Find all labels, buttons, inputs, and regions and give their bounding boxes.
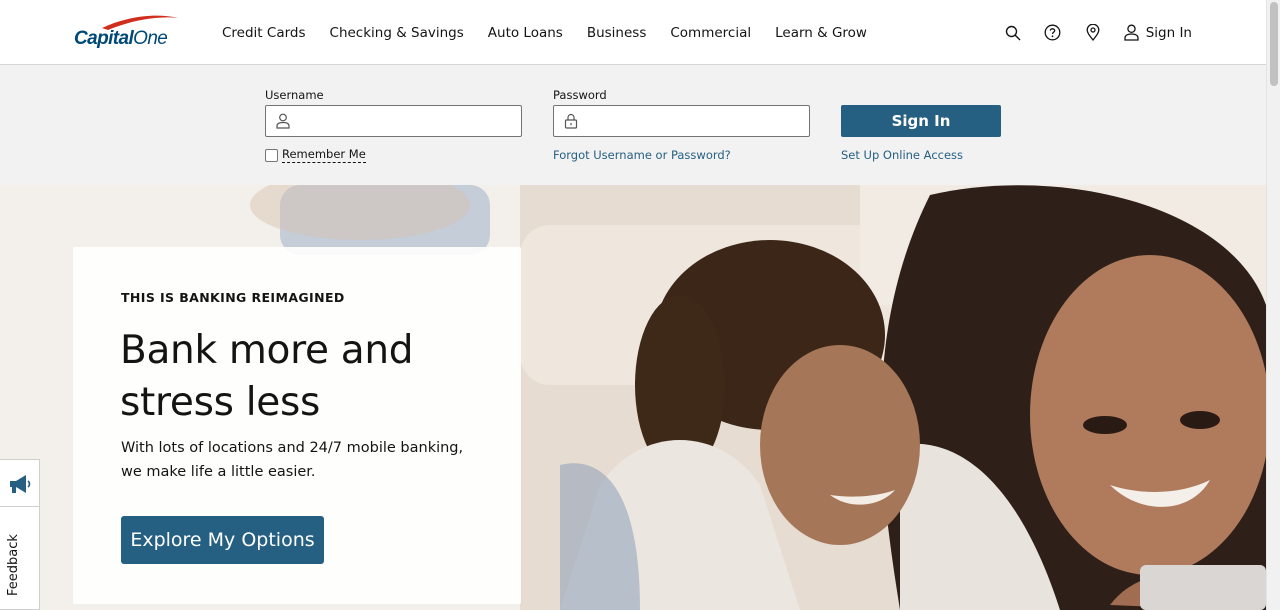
feedback-divider [0,506,40,507]
nav-business[interactable]: Business [587,25,647,41]
hero-title-line-1: Bank more and [120,328,414,373]
hero-card: THIS IS BANKING REIMAGINED Bank more and… [73,247,521,604]
main-nav: Credit Cards Checking & Savings Auto Loa… [222,0,891,65]
capital-one-logo[interactable]: CapitalOne [72,14,186,54]
remember-me-checkbox[interactable] [265,148,278,162]
help-icon[interactable] [1044,24,1062,42]
user-icon [276,113,290,133]
nav-credit-cards[interactable]: Credit Cards [222,25,306,41]
nav-learn-grow[interactable]: Learn & Grow [775,25,867,41]
nav-auto-loans[interactable]: Auto Loans [488,25,563,41]
hero-subtitle-line-2: we make life a little easier. [121,464,316,480]
logo-text: CapitalOne [74,28,168,49]
password-label: Password [553,88,607,102]
setup-online-access-link[interactable]: Set Up Online Access [841,148,963,162]
sign-in-button[interactable]: Sign In [841,105,1001,137]
explore-options-button[interactable]: Explore My Options [121,516,324,564]
password-field[interactable] [553,105,810,137]
hero-subtitle-line-1: With lots of locations and 24/7 mobile b… [121,440,464,456]
header-sign-in-label: Sign In [1145,24,1192,41]
username-field[interactable] [265,105,522,137]
hero-banner: THIS IS BANKING REIMAGINED Bank more and… [0,185,1266,610]
forgot-credentials-link[interactable]: Forgot Username or Password? [553,148,731,162]
remember-me-label[interactable]: Remember Me [282,147,366,163]
page-scrollbar[interactable] [1266,0,1280,610]
user-icon [1124,24,1139,41]
header-sign-in-link[interactable]: Sign In [1124,24,1192,41]
hero-eyebrow: THIS IS BANKING REIMAGINED [121,290,345,305]
scrollbar-thumb[interactable] [1270,2,1278,86]
password-input[interactable] [588,106,803,136]
hero-title: Bank more and stress less [120,325,500,429]
location-icon[interactable] [1084,24,1102,42]
username-input[interactable] [300,106,515,136]
site-header: CapitalOne Credit Cards Checking & Savin… [0,0,1266,65]
hero-title-line-2: stress less [120,380,320,425]
nav-commercial[interactable]: Commercial [670,25,751,41]
lock-icon [564,113,578,133]
username-label: Username [265,88,324,102]
remember-me: Remember Me [265,147,366,163]
feedback-label[interactable]: Feedback [6,534,21,596]
utility-nav: Sign In [982,0,1192,65]
nav-checking-savings[interactable]: Checking & Savings [330,25,464,41]
search-icon[interactable] [1004,24,1022,42]
megaphone-icon[interactable] [7,472,33,496]
login-bar: Username Password Remember Me Forgot Use… [0,65,1266,185]
feedback-tab[interactable]: Feedback [0,459,40,610]
hero-subtitle: With lots of locations and 24/7 mobile b… [121,436,481,484]
